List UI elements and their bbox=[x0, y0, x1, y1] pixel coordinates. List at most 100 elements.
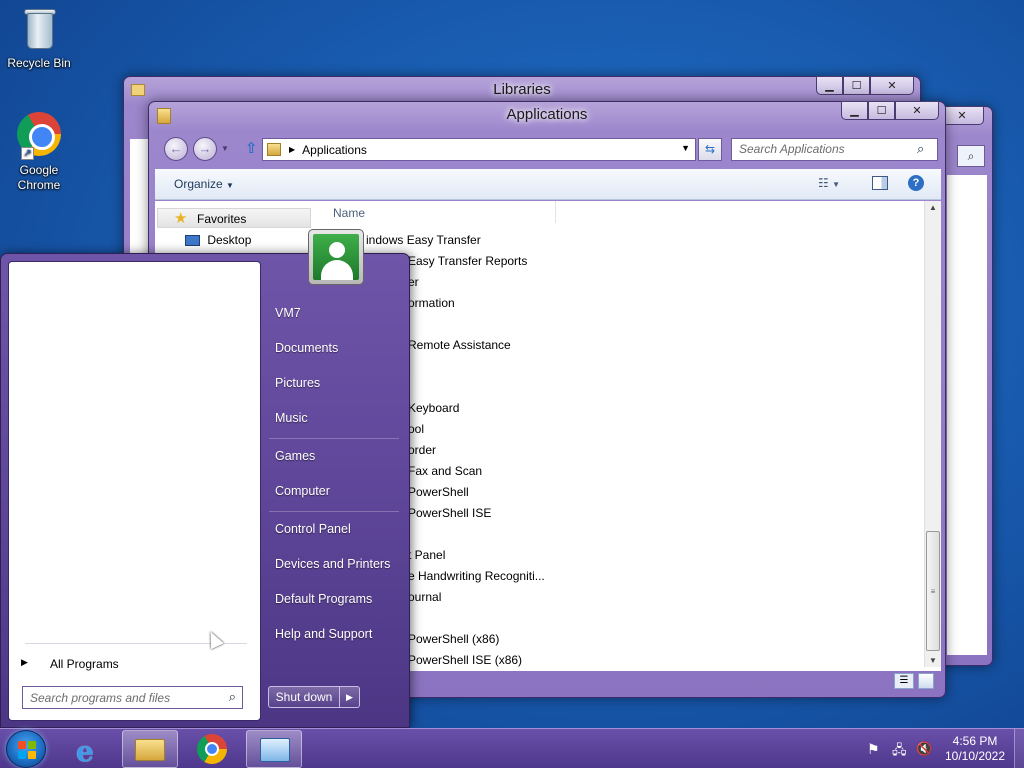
background-close-button[interactable]: ✕ bbox=[940, 106, 984, 125]
shortcut-arrow-icon: ↗ bbox=[21, 147, 34, 160]
start-item-vm7[interactable]: VM7 bbox=[275, 306, 301, 320]
all-programs-arrow-icon: ▶ bbox=[21, 657, 28, 667]
list-item[interactable]: Keyboard bbox=[408, 401, 459, 415]
start-item-default-programs[interactable]: Default Programs bbox=[275, 592, 372, 606]
preview-pane-icon[interactable] bbox=[872, 176, 888, 190]
list-item[interactable]: PowerShell bbox=[408, 485, 469, 499]
list-item[interactable]: indows Easy Transfer bbox=[366, 233, 481, 247]
taskbar-control-panel[interactable] bbox=[246, 730, 302, 768]
back-button[interactable]: ← bbox=[164, 137, 188, 161]
scroll-down-icon[interactable]: ▼ bbox=[929, 656, 937, 665]
show-desktop-button[interactable] bbox=[1014, 729, 1024, 768]
forward-button[interactable]: → bbox=[193, 137, 217, 161]
taskbar-google-chrome[interactable] bbox=[184, 730, 240, 768]
favorites-header[interactable]: ★ Favorites bbox=[157, 208, 311, 228]
folder-title-icon bbox=[157, 108, 171, 124]
start-item-control-panel[interactable]: Control Panel bbox=[275, 522, 351, 536]
chrome-icon: ↗ bbox=[15, 112, 63, 160]
start-item-devices-printers[interactable]: Devices and Printers bbox=[275, 557, 390, 571]
start-item-computer[interactable]: Computer bbox=[275, 484, 330, 498]
minimize-button[interactable]: ▁ bbox=[841, 101, 868, 120]
start-item-music[interactable]: Music bbox=[275, 411, 308, 425]
details-view-icon[interactable]: ☰ bbox=[894, 673, 914, 689]
action-center-flag-icon[interactable]: ⚑ bbox=[867, 741, 880, 758]
list-item[interactable]: ormation bbox=[408, 296, 455, 310]
libraries-folder-icon bbox=[131, 84, 145, 96]
list-item[interactable]: PowerShell ISE bbox=[408, 506, 491, 520]
list-item[interactable]: PowerShell (x86) bbox=[408, 632, 499, 646]
list-item[interactable]: Easy Transfer Reports bbox=[408, 254, 527, 268]
recycle-bin-desktop-icon[interactable]: Recycle Bin bbox=[1, 5, 77, 71]
start-search-input[interactable]: Search programs and files ⌕ bbox=[22, 686, 243, 709]
background-content bbox=[947, 175, 987, 655]
list-item[interactable]: Remote Assistance bbox=[408, 338, 511, 352]
clock-time: 4:56 PM bbox=[952, 734, 998, 748]
start-item-help-support[interactable]: Help and Support bbox=[275, 627, 372, 641]
list-item[interactable]: Fax and Scan bbox=[408, 464, 482, 478]
list-item[interactable]: ool bbox=[408, 422, 424, 436]
applications-window-title: Applications bbox=[506, 106, 588, 123]
scroll-thumb[interactable]: ≡ bbox=[926, 531, 940, 651]
start-menu: ▶ All Programs Search programs and files… bbox=[0, 253, 410, 728]
all-programs-button[interactable]: ▶ All Programs bbox=[15, 652, 253, 676]
desktop-icon bbox=[185, 235, 200, 247]
background-search-icon[interactable]: ⌕ bbox=[957, 145, 985, 167]
chrome-taskbar-icon bbox=[197, 734, 227, 764]
start-item-pictures[interactable]: Pictures bbox=[275, 376, 320, 390]
libraries-window-title: Libraries bbox=[493, 81, 551, 98]
star-icon: ★ bbox=[174, 210, 188, 227]
taskbar: e ⚑ 🖧 🔇 4:56 PM 10/10/2022 bbox=[0, 728, 1024, 768]
start-separator bbox=[269, 438, 399, 439]
list-item[interactable]: PowerShell ISE (x86) bbox=[408, 653, 522, 667]
libraries-maximize-button[interactable]: ☐ bbox=[843, 76, 870, 95]
clock-date: 10/10/2022 bbox=[944, 749, 1006, 763]
close-button[interactable]: ✕ bbox=[895, 101, 939, 120]
help-icon[interactable]: ? bbox=[908, 175, 924, 191]
column-header-name[interactable]: Name bbox=[316, 201, 556, 223]
command-bar: Organize ▼ ☷ ▼ ? bbox=[155, 169, 941, 200]
windows-logo-icon bbox=[18, 741, 36, 759]
scroll-up-icon[interactable]: ▲ bbox=[929, 203, 937, 212]
start-item-games[interactable]: Games bbox=[275, 449, 315, 463]
list-item[interactable]: e Handwriting Recogniti... bbox=[408, 569, 545, 583]
breadcrumb-separator-icon[interactable]: ▶ bbox=[289, 145, 295, 154]
shutdown-options-button[interactable]: ▶ bbox=[340, 686, 360, 708]
taskbar-internet-explorer[interactable]: e bbox=[62, 730, 118, 768]
vertical-scrollbar[interactable]: ▲ ≡ ▼ bbox=[924, 201, 941, 667]
address-dropdown-icon[interactable]: ▼ bbox=[681, 143, 690, 153]
folder-icon bbox=[135, 739, 165, 761]
recycle-bin-label: Recycle Bin bbox=[7, 56, 71, 70]
recent-pages-dropdown-icon[interactable]: ▼ bbox=[221, 144, 229, 153]
network-icon[interactable]: 🖧 bbox=[892, 741, 907, 763]
start-button[interactable] bbox=[6, 730, 46, 768]
start-search-icon[interactable]: ⌕ bbox=[229, 689, 236, 705]
google-chrome-desktop-icon[interactable]: ↗ Google Chrome bbox=[1, 110, 77, 193]
shutdown-button[interactable]: Shut down bbox=[268, 686, 340, 708]
views-icon[interactable]: ☷ ▼ bbox=[818, 176, 840, 190]
search-input[interactable]: Search Applications bbox=[731, 138, 938, 161]
refresh-button[interactable]: ⇆ bbox=[698, 138, 722, 161]
clock[interactable]: 4:56 PM 10/10/2022 bbox=[940, 734, 1010, 764]
search-icon[interactable]: ⌕ bbox=[917, 141, 924, 157]
start-item-documents[interactable]: Documents bbox=[275, 341, 338, 355]
libraries-minimize-button[interactable]: ▁ bbox=[816, 76, 843, 95]
maximize-button[interactable]: ☐ bbox=[868, 101, 895, 120]
breadcrumb[interactable]: Applications bbox=[302, 143, 367, 157]
list-item[interactable]: order bbox=[408, 443, 436, 457]
up-arrow-icon[interactable]: ⇧ bbox=[245, 139, 258, 157]
address-bar[interactable]: ▶ Applications ▼ bbox=[262, 138, 696, 161]
taskbar-windows-explorer[interactable] bbox=[122, 730, 178, 768]
nav-item-desktop[interactable]: Desktop bbox=[185, 233, 251, 247]
list-item[interactable]: ournal bbox=[408, 590, 441, 604]
start-menu-programs-pane: ▶ All Programs bbox=[8, 261, 261, 721]
list-item[interactable]: t Panel bbox=[408, 548, 445, 562]
chrome-label: Google Chrome bbox=[17, 163, 61, 192]
volume-muted-icon[interactable]: 🔇 bbox=[916, 741, 932, 757]
large-icons-view-icon[interactable] bbox=[918, 673, 934, 689]
internet-explorer-icon: e bbox=[76, 735, 94, 768]
user-picture-avatar[interactable] bbox=[308, 229, 364, 285]
recycle-bin-icon bbox=[15, 5, 63, 53]
libraries-close-button[interactable]: ✕ bbox=[870, 76, 914, 95]
organize-button[interactable]: Organize ▼ bbox=[174, 177, 234, 191]
address-folder-icon bbox=[267, 143, 281, 156]
